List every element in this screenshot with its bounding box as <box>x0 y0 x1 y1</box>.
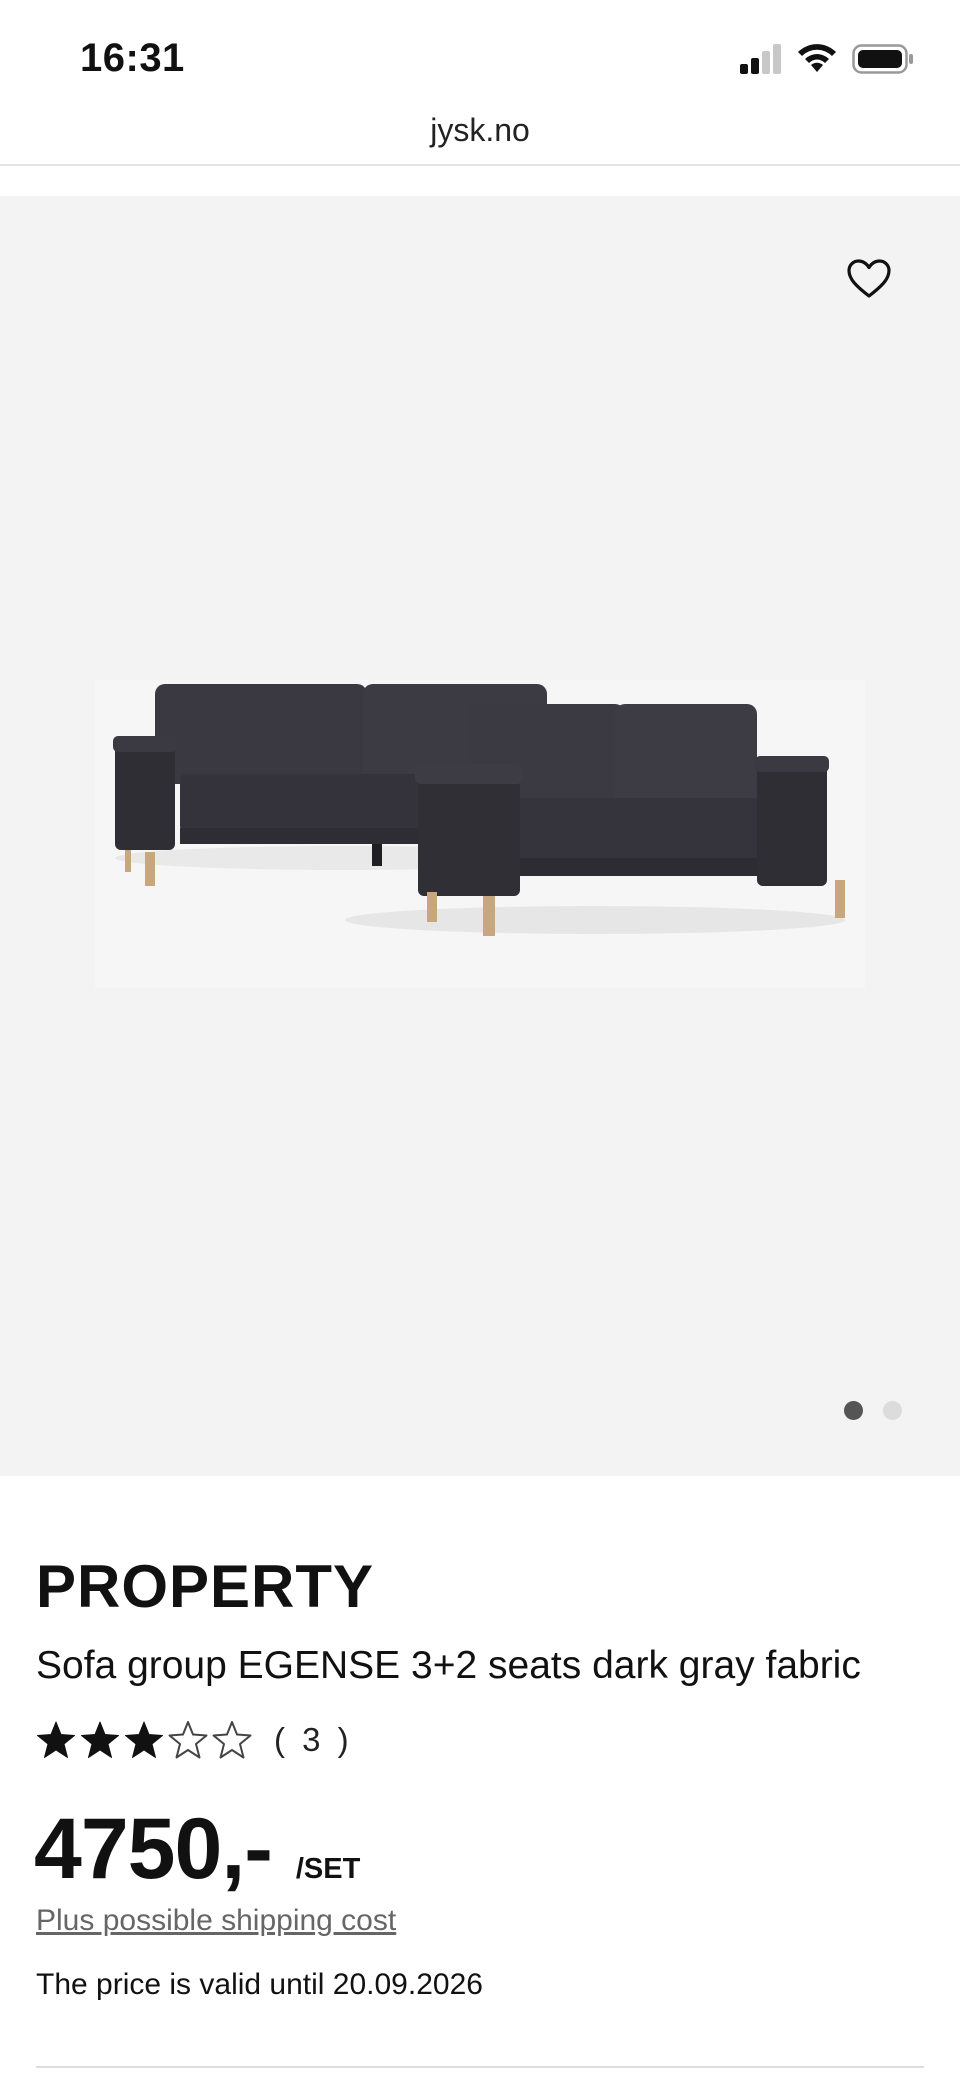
sofa-group-image <box>95 680 865 988</box>
heart-icon[interactable] <box>846 258 892 300</box>
star-empty-icon <box>212 1721 252 1759</box>
status-icons <box>740 44 914 74</box>
pagination-dot[interactable] <box>883 1401 902 1420</box>
wifi-icon <box>798 44 836 72</box>
signal-icon <box>740 44 781 74</box>
rating-count[interactable]: ( 3 ) <box>274 1721 353 1759</box>
product-gallery[interactable] <box>0 196 960 1476</box>
price-unit: /SET <box>295 1853 361 1885</box>
pagination-dot-active[interactable] <box>844 1401 863 1420</box>
shipping-cost-link[interactable]: Plus possible shipping cost <box>36 1904 396 1938</box>
product-price: 4750,- <box>34 1801 273 1897</box>
product-rating[interactable]: ( 3 ) <box>36 1720 353 1760</box>
star-filled-icon <box>81 1721 119 1758</box>
product-brand: PROPERTY <box>36 1553 375 1620</box>
star-filled-icon <box>125 1721 163 1758</box>
address-bar[interactable]: jysk.no <box>0 104 960 166</box>
rating-stars <box>36 1720 252 1760</box>
status-time: 16:31 <box>80 36 185 80</box>
price-validity: The price is valid until 20.09.2026 <box>36 1968 483 2001</box>
status-bar: 16:31 <box>0 0 960 118</box>
star-filled-icon <box>37 1721 75 1758</box>
gallery-pagination[interactable] <box>844 1401 902 1420</box>
battery-icon <box>852 44 913 74</box>
divider <box>36 2066 924 2068</box>
star-empty-icon <box>168 1721 208 1759</box>
price-row: 4750,- /SET <box>34 1800 360 1899</box>
product-title: Sofa group EGENSE 3+2 seats dark gray fa… <box>36 1644 861 1687</box>
url-text[interactable]: jysk.no <box>430 112 530 148</box>
